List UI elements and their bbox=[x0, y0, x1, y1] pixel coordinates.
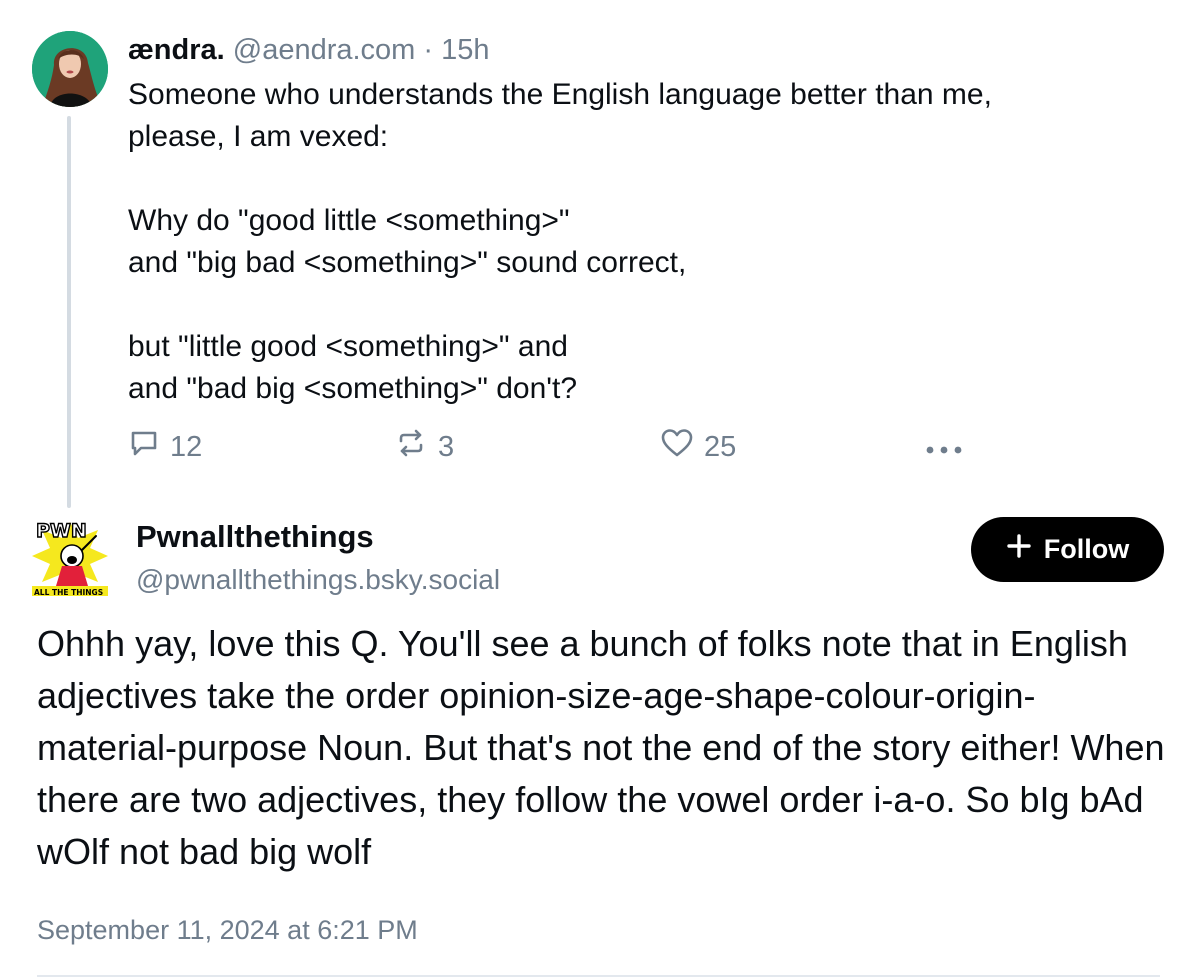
parent-post-header: ændra. @aendra.com · 15h bbox=[128, 30, 490, 70]
avatar-logo-subtext: ALL THE THINGS bbox=[34, 588, 103, 596]
reply-count: 12 bbox=[170, 430, 203, 463]
meta-separator: · bbox=[415, 34, 442, 66]
author-handle[interactable]: @pwnallthethings.bsky.social bbox=[136, 560, 500, 600]
parent-post-text: Someone who understands the English lang… bbox=[128, 78, 992, 405]
follow-button[interactable]: Follow bbox=[971, 517, 1164, 582]
more-dots-icon bbox=[924, 431, 964, 464]
repost-button[interactable]: 3 bbox=[394, 425, 454, 469]
divider bbox=[37, 975, 1160, 977]
reply-button[interactable]: 12 bbox=[128, 425, 202, 469]
reply-post-text: Ohhh yay, love this Q. You'll see a bunc… bbox=[37, 623, 1165, 872]
more-options-button[interactable] bbox=[924, 425, 964, 469]
thread-line bbox=[67, 116, 71, 508]
author-display-name[interactable]: ændra. bbox=[128, 34, 225, 66]
avatar-logo-text: PWN bbox=[36, 520, 87, 542]
plus-icon bbox=[1006, 533, 1032, 566]
repost-count: 3 bbox=[438, 430, 455, 463]
post-time-ago[interactable]: 15h bbox=[441, 34, 489, 66]
heart-icon bbox=[660, 427, 694, 467]
author-handle[interactable]: @aendra.com bbox=[233, 34, 416, 66]
avatar-pwnallthethings[interactable]: PWN ALL THE THINGS bbox=[32, 516, 108, 596]
avatar-aendra[interactable] bbox=[32, 31, 108, 107]
reply-bubble-icon bbox=[128, 427, 160, 467]
avatar-image: PWN ALL THE THINGS bbox=[32, 516, 108, 596]
avatar-image bbox=[32, 31, 108, 107]
follow-label: Follow bbox=[1043, 534, 1130, 564]
repost-icon bbox=[394, 427, 428, 467]
like-count: 25 bbox=[704, 430, 737, 463]
author-display-name[interactable]: Pwnallthethings bbox=[136, 516, 374, 558]
like-button[interactable]: 25 bbox=[660, 425, 736, 469]
post-timestamp[interactable]: September 11, 2024 at 6:21 PM bbox=[37, 910, 418, 950]
